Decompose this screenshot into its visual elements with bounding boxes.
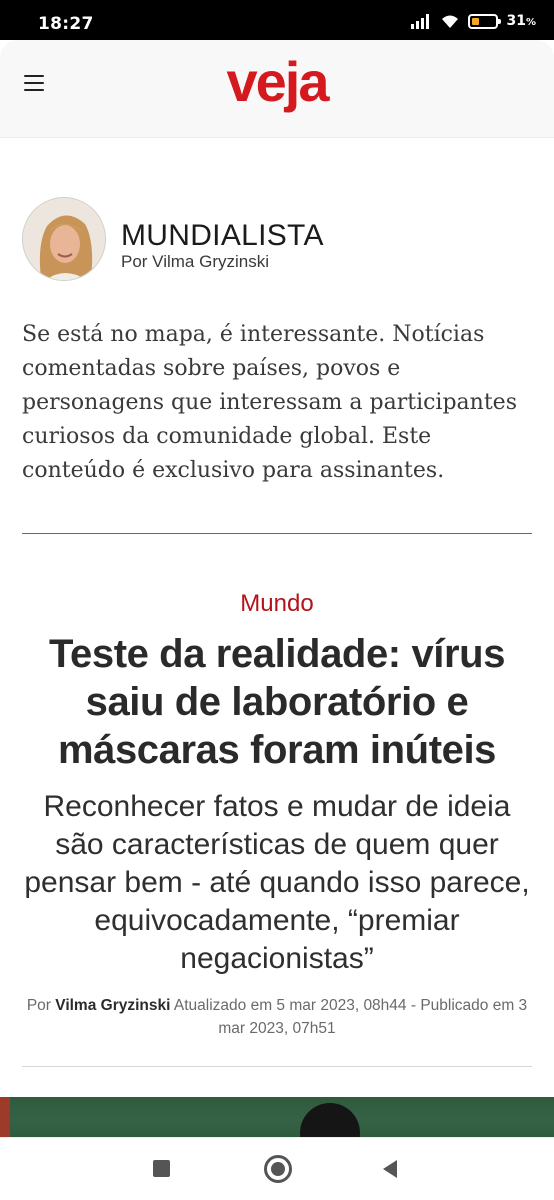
article-subtitle: Reconhecer fatos e mudar de ideia são ca… (24, 790, 530, 975)
article-divider (22, 1066, 532, 1067)
image-person-silhouette (300, 1103, 360, 1137)
wifi-icon (442, 15, 459, 28)
battery-percent-value: 31 (506, 13, 526, 29)
article-title: Teste da realidade: vírus saiu de labora… (48, 632, 506, 772)
byline-dates: Atualizado em 5 mar 2023, 08h44 - Public… (173, 997, 528, 1037)
column-author[interactable]: Por Vilma Gryzinski (121, 252, 269, 272)
battery-level-fill (472, 17, 480, 25)
article-category[interactable]: Mundo (0, 590, 554, 618)
home-icon (264, 1155, 292, 1183)
byline-author-link[interactable]: Vilma Gryzinski (55, 997, 170, 1014)
author-portrait (23, 198, 105, 280)
recent-apps-button[interactable] (132, 1138, 192, 1200)
status-icons: 31% (410, 13, 536, 29)
home-button[interactable] (247, 1138, 307, 1200)
status-time: 18:27 (38, 14, 94, 34)
status-bar: 18:27 31% (0, 0, 554, 40)
veja-logo[interactable]: veja (0, 52, 554, 112)
recent-apps-icon (153, 1160, 170, 1177)
battery-percent: 31% (506, 13, 536, 29)
column-description: Se está no mapa, é interessante. Notícia… (22, 322, 517, 483)
battery-icon (468, 13, 502, 29)
back-button[interactable] (360, 1138, 420, 1200)
byline: Por Vilma Gryzinski Atualizado em 5 mar … (26, 994, 528, 1040)
author-avatar[interactable] (22, 197, 106, 281)
column-name[interactable]: MUNDIALISTA (121, 219, 324, 253)
back-icon (383, 1160, 397, 1178)
app-header: veja (0, 40, 554, 138)
battery-percent-unit: % (525, 17, 536, 28)
signal-icon (411, 14, 430, 29)
system-nav-bar (0, 1137, 554, 1200)
section-divider (22, 533, 532, 534)
byline-prefix: Por (26, 997, 51, 1014)
image-frame-edge (0, 1097, 10, 1137)
article-hero-image (0, 1097, 554, 1137)
